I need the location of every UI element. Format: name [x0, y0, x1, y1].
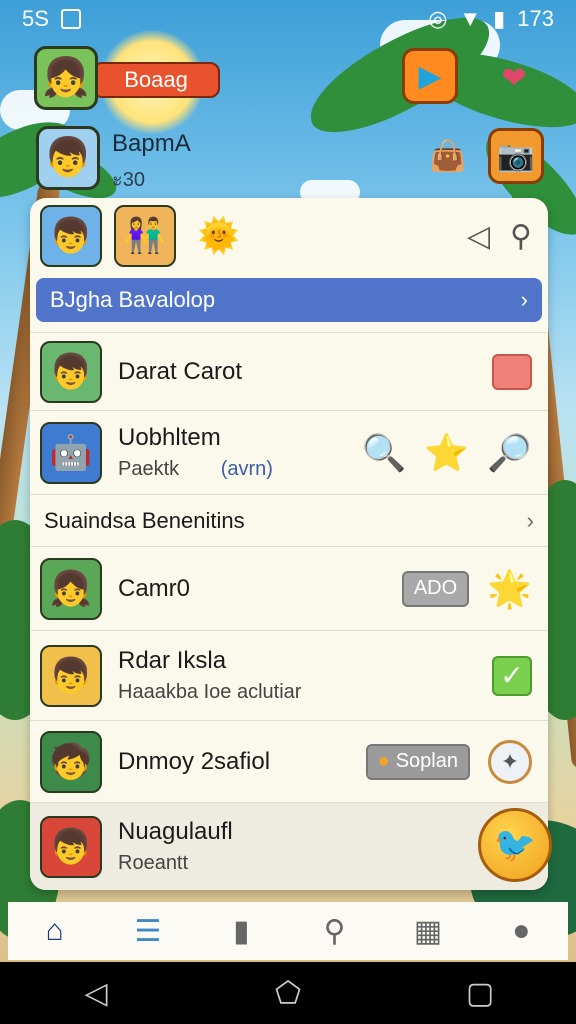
coin-icon: ●: [377, 750, 390, 772]
player-name-pill[interactable]: Boaag: [92, 62, 220, 98]
row-title: Dnmoy 2safiol: [118, 747, 271, 775]
gift-button[interactable]: 👜: [420, 128, 476, 184]
favorite-button[interactable]: ❤: [486, 50, 542, 106]
section-title: Suaindsa Benenitins: [44, 507, 245, 533]
list-item[interactable]: 👧 Camr0 ADO 🌟: [30, 546, 548, 630]
floating-action-button[interactable]: 🐦: [478, 808, 552, 882]
sponsor-label: Soplan: [395, 750, 458, 772]
chevron-right-icon: ›: [526, 507, 534, 533]
magnifier-icon[interactable]: 🔍: [362, 432, 407, 474]
add-label: ADO: [413, 577, 458, 599]
status-time-left: 5S: [22, 6, 49, 31]
calendar-icon[interactable]: ▦: [406, 909, 450, 953]
row-avatar: 👦: [40, 340, 102, 403]
play-icon: ▶: [418, 59, 442, 93]
play-button[interactable]: ▶: [402, 48, 458, 104]
sun-mascot-icon: 🌞: [197, 217, 241, 255]
group-avatar[interactable]: 👫: [114, 205, 176, 267]
profile-sub: ะ30: [112, 169, 145, 191]
back-icon[interactable]: ◁: [76, 976, 116, 1011]
check-icon[interactable]: ✓: [492, 655, 532, 696]
row-title: Camr0: [118, 574, 191, 602]
heart-icon: ❤: [501, 61, 527, 95]
system-nav-bar: ◁ ⬠ ▢: [0, 962, 576, 1024]
status-time-right: 173: [517, 6, 554, 31]
row-sub-extra: (avrn): [220, 458, 273, 480]
bird-icon: 🐦: [493, 826, 537, 864]
boy-avatar-icon: 👦: [44, 137, 92, 179]
trash-icon[interactable]: ▮: [219, 909, 263, 953]
row-title: Darat Carot: [118, 357, 243, 385]
profile-icon[interactable]: ●: [499, 909, 543, 953]
sponsor-button[interactable]: ● Soplan: [365, 743, 470, 780]
camera-icon: 📷: [497, 139, 535, 173]
section-header[interactable]: Suaindsa Benenitins ›: [30, 494, 548, 546]
friend-avatar[interactable]: 👦: [40, 205, 102, 267]
home-icon[interactable]: ⌂: [33, 909, 77, 953]
row-sub: Haaakba Ioe aclutiar: [118, 681, 302, 703]
row-title: Nuagulaufl: [118, 818, 233, 845]
list-item[interactable]: 👦 Darat Carot: [30, 332, 548, 410]
player-name: Boaag: [124, 67, 188, 92]
home-button-icon[interactable]: ⬠: [268, 976, 308, 1011]
row-avatar: 👧: [40, 557, 102, 620]
wifi-icon: ▼: [459, 6, 482, 31]
banner-title: BJgha Bavalolop: [50, 287, 216, 312]
notification-icon: [60, 9, 81, 29]
boy-avatar-icon: 👦: [49, 827, 93, 866]
row-avatar: 👦: [40, 815, 102, 878]
row-avatar: 🧒: [40, 730, 102, 793]
sound-icon[interactable]: ◁: [467, 219, 490, 254]
compass-button[interactable]: ✦: [488, 739, 532, 784]
battery-icon: ▮: [493, 6, 506, 31]
panel-header: 👦 👫 🌞 ◁ ⚲: [30, 198, 548, 274]
add-button[interactable]: ADO: [401, 570, 470, 607]
red-badge[interactable]: [492, 353, 532, 390]
compass-icon: ✦: [500, 748, 520, 774]
status-bar: 5S ◎ ▼ ▮ 173: [0, 0, 576, 38]
recents-icon[interactable]: ▢: [460, 976, 500, 1011]
row-sub: Paektk: [118, 458, 180, 480]
boy-avatar-icon: 👦: [49, 656, 93, 695]
search-icon[interactable]: ⚲: [313, 909, 357, 953]
star-icon[interactable]: ⭐: [424, 432, 469, 474]
boy-avatar-icon: 🧒: [49, 742, 93, 781]
user-avatar[interactable]: 👦: [36, 126, 100, 190]
stack-icon[interactable]: ☰: [126, 909, 170, 953]
boy-avatar-icon: 👦: [49, 352, 93, 391]
search-icon[interactable]: 🔎: [487, 432, 532, 474]
row-sub: Roeantt: [118, 852, 189, 874]
row-avatar: 🤖: [40, 421, 102, 484]
row-title: Uobhltem: [118, 424, 221, 451]
list-item[interactable]: 👦 Rdar Iksla Haaakba Ioe aclutiar ✓: [30, 630, 548, 720]
star-pencil-icon[interactable]: 🌟: [487, 568, 532, 610]
bottom-nav: ⌂ ☰ ▮ ⚲ ▦ ●: [8, 902, 568, 960]
profile-avatar[interactable]: 👧: [34, 46, 98, 110]
robot-icon: 🤖: [49, 433, 93, 472]
row-title: Rdar Iksla: [118, 647, 227, 674]
kids-avatar-icon: 👫: [123, 217, 167, 255]
search-icon[interactable]: ⚲: [510, 219, 532, 254]
main-panel: 👦 👫 🌞 ◁ ⚲ BJgha Bavalolop › 👦 Darat Caro…: [30, 198, 548, 890]
list-item[interactable]: 👦 Nuagulaufl Roeantt: [30, 802, 548, 890]
bag-icon: 👜: [429, 139, 467, 173]
row-avatar: 👦: [40, 644, 102, 707]
list-item[interactable]: 🧒 Dnmoy 2safiol ● Soplan ✦: [30, 720, 548, 802]
list-item[interactable]: 🤖 Uobhltem Paektk (avrn) 🔍 ⭐ 🔎: [30, 410, 548, 494]
check-mark: ✓: [500, 660, 524, 691]
girl-avatar-icon: 👧: [49, 569, 93, 608]
camera-button[interactable]: 📷: [488, 128, 544, 184]
boy-avatar-icon: 👦: [49, 217, 93, 255]
chevron-right-icon: ›: [520, 287, 528, 312]
profile-name: BapmA: [112, 130, 191, 157]
location-icon: ◎: [428, 6, 448, 31]
girl-avatar-icon: 👧: [42, 57, 90, 99]
mascot-avatar[interactable]: 🌞: [188, 205, 250, 267]
banner[interactable]: BJgha Bavalolop ›: [36, 278, 542, 322]
